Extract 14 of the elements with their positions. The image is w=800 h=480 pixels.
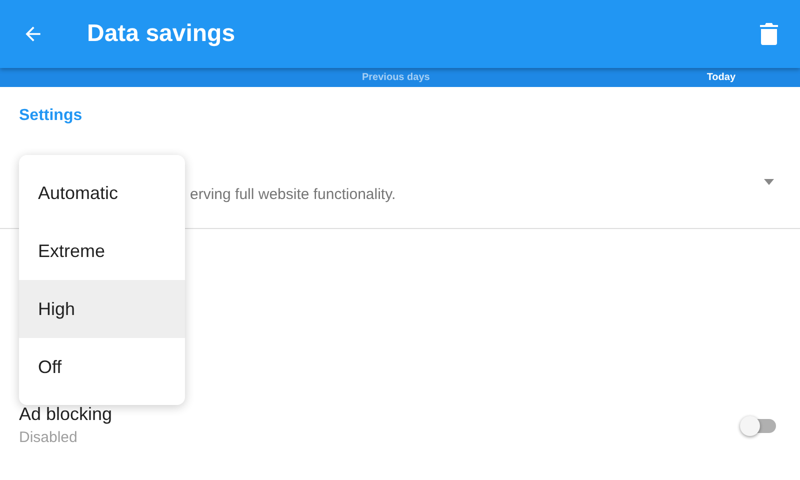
chart-label: Previous days	[362, 72, 430, 83]
dropdown-caret-icon[interactable]	[764, 179, 774, 185]
setting-subtitle: Disabled	[19, 429, 78, 446]
menu-item[interactable]: Extreme	[19, 222, 185, 280]
menu-item[interactable]: Off	[19, 338, 185, 396]
menu-item[interactable]: Automatic	[19, 164, 185, 222]
menu-item[interactable]: High	[19, 280, 185, 338]
toggle-switch[interactable]	[740, 416, 776, 434]
delete-icon[interactable]	[760, 23, 778, 45]
setting-title: Ad blocking	[19, 404, 112, 425]
setting-description: erving full website functionality.	[190, 186, 396, 202]
section-header: Settings	[19, 107, 82, 124]
screen-title: Data savings	[87, 20, 236, 48]
chart-label: Today	[706, 72, 736, 83]
